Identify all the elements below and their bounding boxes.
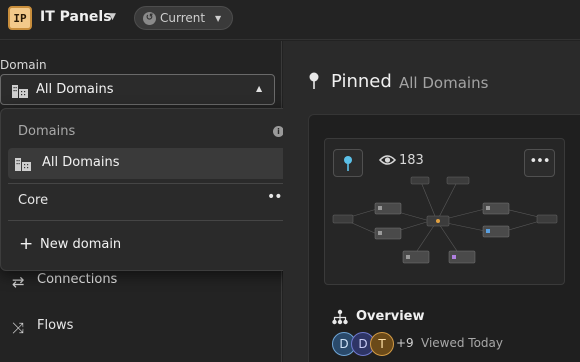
arrows-swap-icon: ⇄	[12, 273, 25, 291]
hierarchy-icon	[332, 309, 348, 329]
sidebar-item-label: Flows	[37, 318, 74, 333]
new-domain-label: New domain	[40, 237, 122, 252]
card-title[interactable]: Overview	[356, 309, 425, 324]
chevron-up-icon: ▲	[256, 84, 263, 93]
sidebar-item-label: Connections	[37, 272, 118, 287]
domain-select[interactable]: All Domains ▲	[0, 74, 275, 105]
environment-selector[interactable]: ↺ Current ▼	[134, 6, 233, 30]
eye-icon	[379, 155, 396, 165]
dropdown-item-all-domains[interactable]: All Domains	[8, 148, 294, 179]
shuffle-icon: ⤨	[12, 319, 25, 337]
domain-dropdown-menu: Domains i All Domains Core ••• + New dom…	[0, 108, 300, 271]
divider	[8, 183, 292, 184]
view-count-value: 183	[399, 153, 424, 168]
chevron-down-icon[interactable]: ▼	[109, 12, 116, 22]
pin-icon	[344, 156, 352, 171]
building-icon	[15, 156, 31, 175]
card-more-button[interactable]: •••	[524, 149, 555, 177]
divider	[8, 220, 292, 221]
page-subtitle: All Domains	[399, 74, 489, 92]
dropdown-header: Domains	[18, 124, 76, 139]
environment-label: Current	[160, 11, 206, 25]
pin-icon	[308, 72, 320, 94]
pin-toggle-button[interactable]	[333, 149, 363, 177]
building-icon	[12, 83, 28, 102]
page-title: Pinned	[331, 71, 392, 92]
domain-label: Domain	[0, 58, 47, 72]
plus-icon: +	[19, 234, 34, 254]
avatar: T	[370, 332, 394, 356]
dropdown-item-core[interactable]: Core	[18, 193, 48, 208]
dropdown-item-label: All Domains	[42, 155, 120, 170]
history-icon: ↺	[143, 12, 156, 25]
domain-select-value: All Domains	[36, 82, 114, 97]
app-logo[interactable]: IP	[8, 6, 32, 30]
viewed-status: Viewed Today	[421, 336, 503, 350]
app-title[interactable]: IT Panels	[40, 9, 112, 25]
more-viewers-count: +9	[396, 336, 414, 350]
chevron-down-icon: ▼	[215, 14, 222, 23]
